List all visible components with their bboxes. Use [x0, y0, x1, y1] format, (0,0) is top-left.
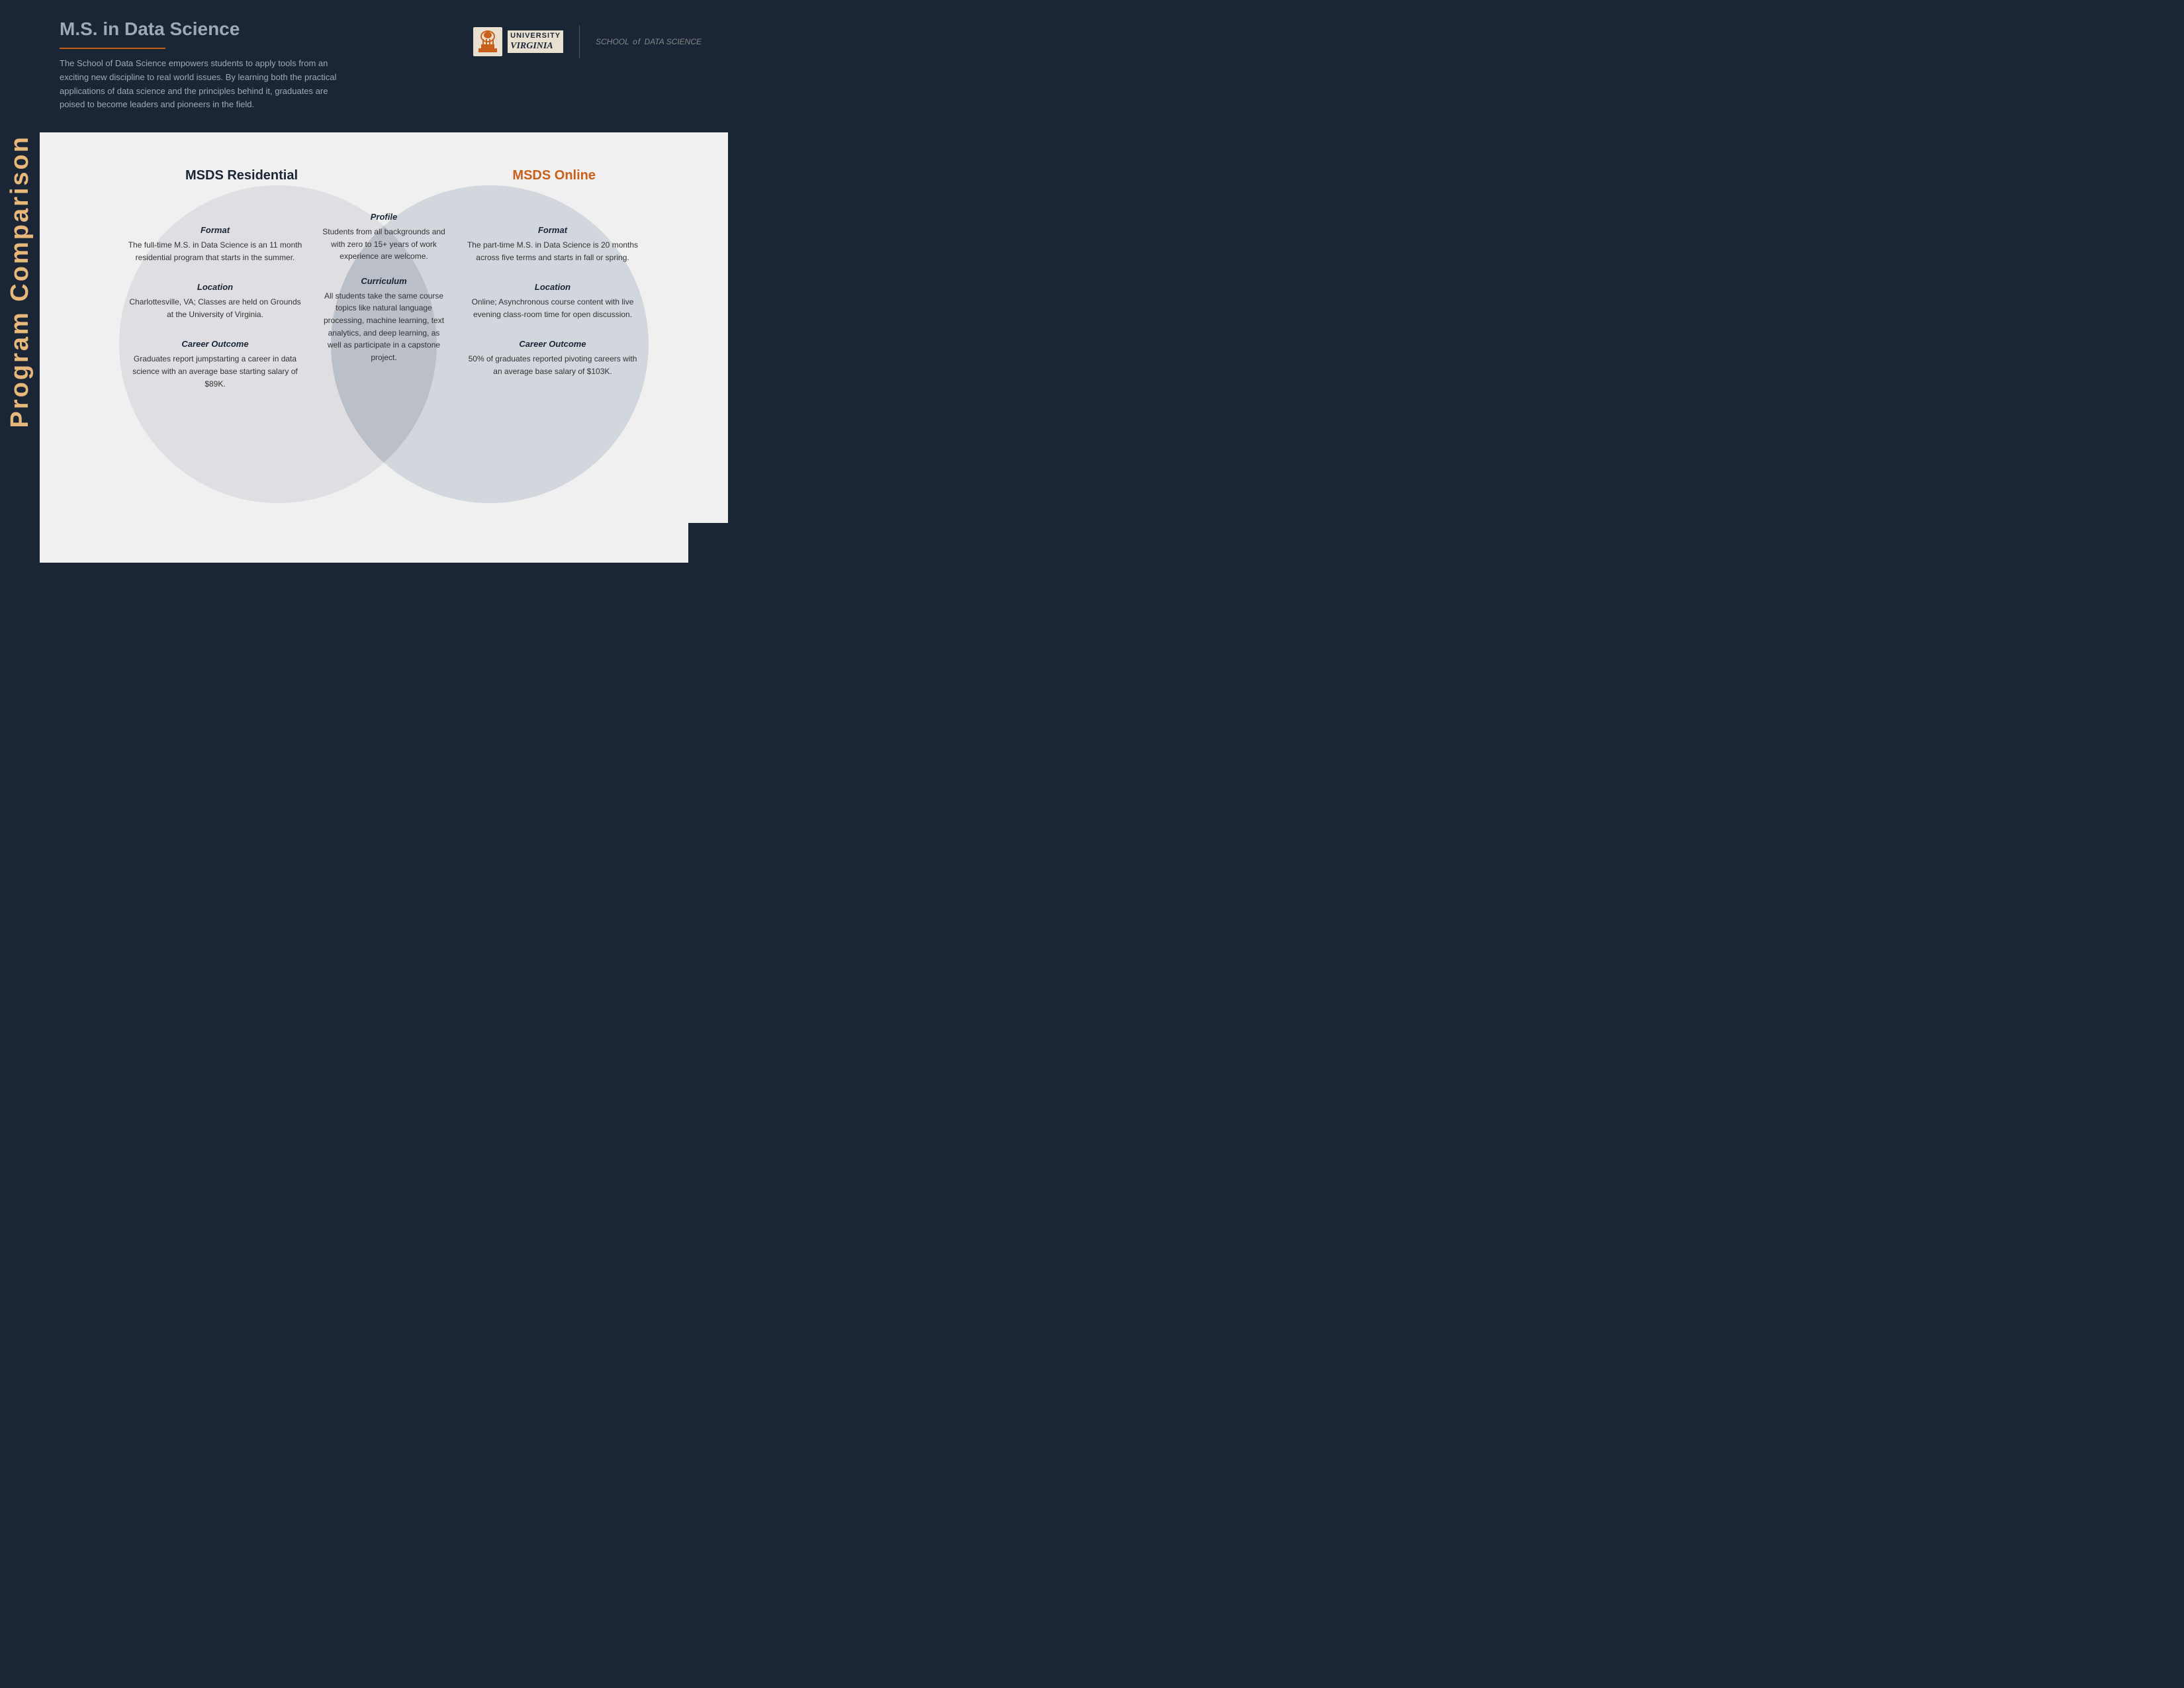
logo-divider	[579, 25, 580, 58]
content-center: Profile Students from all backgrounds an…	[321, 212, 447, 377]
content-left: Format The full-time M.S. in Data Scienc…	[126, 225, 304, 408]
label-online: MSDS Online	[512, 168, 596, 183]
header: M.S. in Data Science The School of Data …	[40, 0, 728, 132]
right-format-block: Format The part-time M.S. in Data Scienc…	[463, 225, 642, 263]
logo-area: UNIVERSITY VIRGINIA SCHOOL of DATA SCIEN…	[473, 19, 702, 58]
center-profile-text: Students from all backgrounds and with z…	[321, 226, 447, 263]
left-format-block: Format The full-time M.S. in Data Scienc…	[126, 225, 304, 263]
center-curriculum-title: Curriculum	[321, 276, 447, 286]
right-career-text: 50% of graduates reported pivoting caree…	[463, 353, 642, 377]
virginia-label: VIRGINIA	[508, 41, 563, 53]
bottom-right-corner	[688, 523, 728, 563]
right-format-title: Format	[463, 225, 642, 235]
label-residential: MSDS Residential	[185, 168, 298, 183]
right-location-title: Location	[463, 282, 642, 292]
sds-school: SCHOOL	[596, 37, 629, 46]
uva-logo: UNIVERSITY VIRGINIA	[473, 27, 563, 56]
sds-text: SCHOOL of DATA SCIENCE	[596, 37, 702, 46]
sds-of: of	[633, 37, 641, 46]
sds-datasci: DATA SCIENCE	[645, 37, 702, 46]
side-banner: Program Comparison	[0, 0, 40, 563]
left-location-block: Location Charlottesville, VA; Classes ar…	[126, 282, 304, 320]
left-career-text: Graduates report jumpstarting a career i…	[126, 353, 304, 390]
right-format-text: The part-time M.S. in Data Science is 20…	[463, 239, 642, 263]
rotunda-icon	[473, 27, 502, 56]
content-right: Format The part-time M.S. in Data Scienc…	[463, 225, 642, 397]
center-curriculum-text: All students take the same course topics…	[321, 290, 447, 364]
right-location-text: Online; Asynchronous course content with…	[463, 296, 642, 320]
center-curriculum-block: Curriculum All students take the same co…	[321, 276, 447, 364]
page-title: M.S. in Data Science	[60, 19, 338, 40]
center-profile-block: Profile Students from all backgrounds an…	[321, 212, 447, 263]
left-career-block: Career Outcome Graduates report jumpstar…	[126, 339, 304, 390]
main-content: M.S. in Data Science The School of Data …	[40, 0, 728, 563]
center-profile-title: Profile	[321, 212, 447, 222]
venn-diagram: MSDS Residential MSDS Online Format The …	[86, 159, 682, 530]
left-career-title: Career Outcome	[126, 339, 304, 349]
university-label: UNIVERSITY	[508, 30, 563, 41]
left-location-text: Charlottesville, VA; Classes are held on…	[126, 296, 304, 320]
right-career-title: Career Outcome	[463, 339, 642, 349]
header-underline	[60, 48, 165, 49]
header-description: The School of Data Science empowers stud…	[60, 57, 338, 112]
left-format-text: The full-time M.S. in Data Science is an…	[126, 239, 304, 263]
left-format-title: Format	[126, 225, 304, 235]
right-career-block: Career Outcome 50% of graduates reported…	[463, 339, 642, 377]
side-banner-text: Program Comparison	[6, 135, 34, 428]
header-left: M.S. in Data Science The School of Data …	[60, 19, 338, 112]
uva-text: UNIVERSITY VIRGINIA	[508, 30, 563, 53]
venn-container: MSDS Residential MSDS Online Format The …	[40, 132, 728, 563]
right-location-block: Location Online; Asynchronous course con…	[463, 282, 642, 320]
left-location-title: Location	[126, 282, 304, 292]
